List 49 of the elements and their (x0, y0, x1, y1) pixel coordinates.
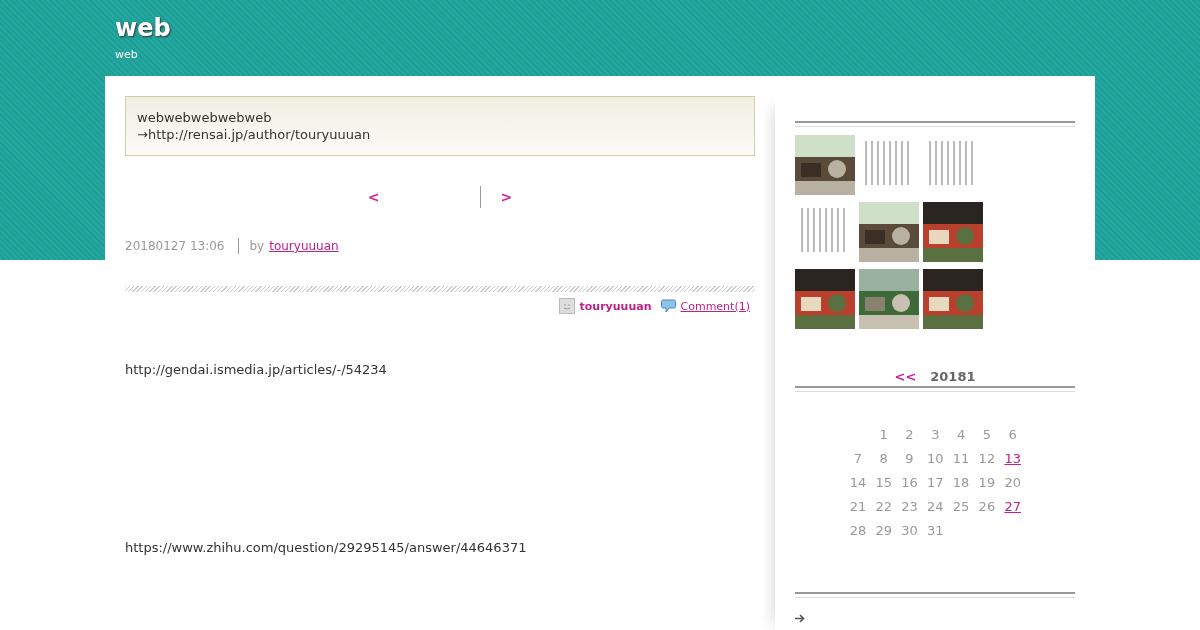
calendar-day: 11 (948, 450, 974, 468)
calendar-day: 2 (896, 426, 923, 444)
calendar-day: 15 (870, 474, 897, 492)
next-link[interactable]: > (480, 189, 533, 205)
calendar-day: 9 (896, 450, 923, 468)
post-date: 20180127 13:06 (125, 239, 225, 253)
body-text: http://gendai.ismedia.jp/articles/-/54234 (125, 362, 388, 377)
arrow-icon (795, 614, 805, 623)
notice-text: →http://rensai.jp/author/touryuuuan (137, 126, 372, 143)
calendar-day: 19 (974, 474, 1000, 492)
calendar-day: 23 (896, 498, 923, 516)
calendar-day: 29 (870, 522, 897, 540)
calendar-day: 5 (974, 426, 1000, 444)
calendar-day: 30 (896, 522, 923, 540)
post-author: touryuuuan (579, 299, 652, 313)
calendar-day: 4 (948, 426, 974, 444)
calendar-day: 7 (845, 450, 871, 468)
calendar-day: 25 (948, 498, 974, 516)
notice-text: webwebwebwebweb (137, 109, 273, 126)
site-tagline: web (115, 48, 139, 61)
calendar-day: 18 (948, 474, 974, 492)
calendar-day: 31 (922, 522, 949, 540)
calendar-day: 21 (845, 498, 871, 516)
calendar-day: 28 (845, 522, 871, 540)
speech-bubble-icon (660, 299, 676, 313)
calendar-day: 26 (974, 498, 1000, 516)
calendar-day-link[interactable]: 27 (999, 498, 1026, 516)
calendar-day: 12 (974, 450, 1000, 468)
calendar-day: 14 (845, 474, 871, 492)
previous-month-link[interactable]: << (894, 369, 917, 384)
previous-link[interactable]: < (347, 189, 400, 205)
calendar-day: 8 (870, 450, 897, 468)
author-link[interactable]: touryuuuan (269, 239, 339, 253)
calendar-day: 17 (922, 474, 949, 492)
face-icon (558, 298, 575, 314)
site-title[interactable]: web (115, 14, 1200, 42)
by-label: by (249, 239, 265, 253)
calendar-day: 24 (922, 498, 949, 516)
calendar-day-link[interactable]: 13 (999, 450, 1026, 468)
calendar-day: 10 (922, 450, 949, 468)
calendar-day: 3 (922, 426, 949, 444)
calendar-day: 16 (896, 474, 923, 492)
calendar-day: 22 (870, 498, 897, 516)
comments-link[interactable]: Comment(1) (680, 299, 750, 313)
calendar-day: 20 (999, 474, 1026, 492)
calendar-title: 20181 (930, 369, 976, 384)
calendar-day: 6 (999, 426, 1026, 444)
calendar-day: 1 (870, 426, 897, 444)
body-text: https://www.zhihu.com/question/29295145/answer/44646371 (125, 540, 528, 555)
